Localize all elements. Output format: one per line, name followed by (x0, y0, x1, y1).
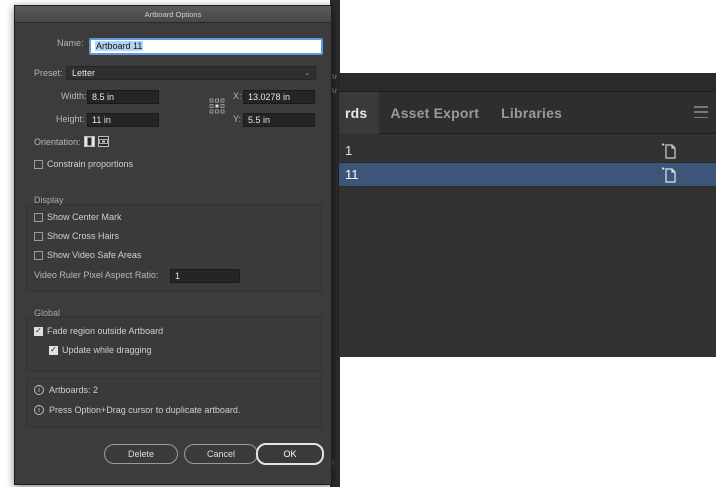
name-input[interactable]: Artboard 11 (89, 38, 323, 55)
panel-tab-bar: rds Asset Export Libraries (339, 91, 716, 134)
video-ruler-row: Video Ruler Pixel Aspect Ratio: (34, 270, 158, 280)
x-input[interactable]: 13.0278 in (243, 90, 315, 104)
artboard-options-dialog: Artboard Options Name: Artboard 11 Prese… (14, 5, 332, 485)
cancel-button[interactable]: Cancel (184, 444, 258, 464)
panel-menu-icon[interactable] (694, 106, 708, 118)
height-label: Height: (56, 114, 85, 124)
artboard-row-1[interactable]: 1 (339, 139, 716, 163)
tab-asset-export[interactable]: Asset Export (379, 92, 490, 134)
panel-topbar (339, 73, 716, 92)
x-label: X: (233, 91, 242, 101)
duplicate-hint: Press Option+Drag cursor to duplicate ar… (49, 405, 241, 415)
update-dragging-checkbox[interactable]: ✓ (49, 345, 58, 355)
width-label: Width: (61, 91, 87, 101)
artboard-options-icon[interactable] (662, 166, 678, 184)
orientation-label: Orientation: (34, 136, 81, 147)
landscape-orientation-icon[interactable] (97, 136, 109, 147)
show-cross-hairs-row[interactable]: Show Cross Hairs (34, 231, 119, 241)
y-row: Y: (233, 114, 241, 124)
global-group (26, 316, 322, 372)
name-row: Name: (57, 38, 84, 48)
info-icon: i (34, 405, 44, 415)
update-dragging-label: Update while dragging (62, 345, 152, 355)
ok-button[interactable]: OK (256, 443, 324, 465)
show-video-safe-areas-checkbox[interactable] (34, 250, 43, 260)
y-label: Y: (233, 114, 242, 124)
artboard-row-11[interactable]: 11 (339, 163, 716, 187)
height-input[interactable]: 11 in (87, 113, 159, 127)
show-cross-hairs-label: Show Cross Hairs (47, 231, 120, 241)
name-label: Name: (57, 38, 84, 48)
show-center-mark-row[interactable]: Show Center Mark (34, 212, 122, 222)
video-ruler-label: Video Ruler Pixel Aspect Ratio: (34, 270, 159, 280)
constrain-checkbox[interactable] (34, 159, 43, 169)
preset-row: Preset: (34, 68, 63, 78)
show-video-safe-areas-row[interactable]: Show Video Safe Areas (34, 250, 141, 260)
constrain-label: Constrain proportions (47, 159, 134, 169)
update-dragging-row[interactable]: ✓ Update while dragging (49, 345, 152, 355)
width-row: Width: (61, 91, 87, 101)
show-cross-hairs-checkbox[interactable] (34, 231, 43, 241)
fade-region-checkbox[interactable]: ✓ (34, 326, 43, 336)
constrain-row[interactable]: Constrain proportions (34, 159, 133, 169)
portrait-orientation-icon[interactable] (83, 136, 95, 147)
height-row: Height: (56, 114, 85, 124)
display-title: Display (34, 195, 64, 205)
x-row: X: (233, 91, 242, 101)
preset-label: Preset: (34, 68, 63, 78)
artboards-count-row: i Artboards: 2 (34, 385, 98, 395)
width-input[interactable]: 8.5 in (87, 90, 159, 104)
orientation-row: Orientation: (34, 136, 109, 147)
video-ruler-input[interactable]: 1 (170, 269, 240, 283)
show-video-safe-areas-label: Show Video Safe Areas (47, 250, 142, 260)
info-icon: i (34, 385, 44, 395)
global-title: Global (34, 308, 61, 318)
show-center-mark-checkbox[interactable] (34, 212, 43, 222)
fade-region-row[interactable]: ✓ Fade region outside Artboard (34, 326, 163, 336)
reference-point-icon[interactable] (209, 98, 225, 114)
artboard-options-icon[interactable] (662, 142, 678, 160)
hint-row: i Press Option+Drag cursor to duplicate … (34, 405, 240, 415)
tab-libraries[interactable]: Libraries (490, 92, 573, 134)
artboards-panel: rds Asset Export Libraries 1 11 (338, 73, 716, 357)
dialog-title: Artboard Options (15, 6, 331, 23)
chevron-down-icon: ⌄ (304, 70, 310, 77)
preset-value: Letter (72, 68, 96, 78)
tab-artboards[interactable]: rds (339, 91, 380, 134)
name-value: Artboard 11 (95, 41, 144, 51)
artboards-count: Artboards: 2 (49, 385, 99, 395)
show-center-mark-label: Show Center Mark (47, 212, 122, 222)
artboard-name: 1 (345, 143, 353, 158)
artboard-list: 1 11 (339, 134, 716, 187)
artboard-name: 11 (345, 167, 359, 182)
delete-button[interactable]: Delete (104, 444, 178, 464)
y-input[interactable]: 5.5 in (243, 113, 315, 127)
preset-select[interactable]: Letter ⌄ (66, 66, 316, 80)
fade-region-label: Fade region outside Artboard (47, 326, 164, 336)
